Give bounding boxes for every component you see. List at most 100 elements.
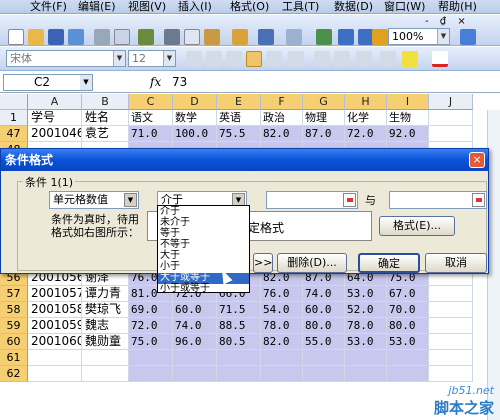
table-cell[interactable]	[429, 350, 473, 366]
window-controls[interactable]: - ₫ ×	[425, 16, 470, 27]
row-header[interactable]: 61	[0, 350, 28, 366]
column-header-G[interactable]: G	[303, 94, 345, 110]
decrease-decimal-icon[interactable]	[334, 51, 350, 67]
table-cell[interactable]: 55.0	[303, 334, 345, 350]
sort-ascending-icon[interactable]	[338, 29, 354, 45]
column-header-A[interactable]: A	[28, 94, 82, 110]
table-cell[interactable]	[261, 350, 303, 366]
zoom-select[interactable]: 100% ▼	[388, 28, 450, 45]
collapse-dialog-icon[interactable]	[472, 193, 485, 207]
new-icon[interactable]	[8, 29, 24, 45]
column-header-F[interactable]: F	[261, 94, 303, 110]
column-header-B[interactable]: B	[82, 94, 129, 110]
type-select[interactable]: 单元格数值 ▼	[49, 191, 139, 209]
table-cell[interactable]	[173, 366, 217, 382]
print-preview-icon[interactable]	[114, 29, 130, 45]
menu-data[interactable]: 数据(D)	[334, 0, 373, 14]
table-cell[interactable]: 100.0	[173, 126, 217, 142]
borders-icon[interactable]	[380, 51, 396, 67]
table-cell[interactable]	[217, 366, 261, 382]
table-cell[interactable]: 75.0	[129, 334, 173, 350]
table-cell[interactable]: 87.0	[303, 126, 345, 142]
table-cell[interactable]: 71.5	[217, 302, 261, 318]
increase-decimal-icon[interactable]	[314, 51, 330, 67]
table-cell[interactable]: 75.5	[217, 126, 261, 142]
collapse-dialog-icon[interactable]	[343, 193, 356, 207]
value2-input[interactable]	[389, 191, 487, 209]
menu-insert[interactable]: 插入(I)	[178, 0, 212, 14]
table-cell[interactable]: 78.0	[261, 318, 303, 334]
table-cell[interactable]: 2001057	[28, 286, 82, 302]
table-cell[interactable]: 74.0	[173, 318, 217, 334]
table-cell[interactable]	[82, 366, 129, 382]
table-cell[interactable]: 谭力青	[82, 286, 129, 302]
format-painter-icon[interactable]	[232, 29, 248, 45]
row-header[interactable]: 57	[0, 286, 28, 302]
table-cell[interactable]	[387, 350, 429, 366]
table-cell[interactable]: 52.0	[345, 302, 387, 318]
italic-icon[interactable]	[206, 51, 222, 67]
table-cell[interactable]	[28, 366, 82, 382]
table-cell[interactable]: 70.0	[387, 302, 429, 318]
table-cell[interactable]: 语文	[129, 110, 173, 126]
open-icon[interactable]	[28, 29, 44, 45]
cut-icon[interactable]	[164, 29, 180, 45]
menu-help[interactable]: 帮助(H)	[438, 0, 477, 14]
column-header-D[interactable]: D	[173, 94, 217, 110]
formula-input[interactable]: 73	[172, 75, 187, 89]
font-color-icon[interactable]	[432, 51, 448, 67]
table-cell[interactable]: 88.5	[217, 318, 261, 334]
table-cell[interactable]: 96.0	[173, 334, 217, 350]
table-cell[interactable]	[173, 350, 217, 366]
menu-edit[interactable]: 编辑(E)	[78, 0, 116, 14]
fx-icon[interactable]: fx	[150, 75, 161, 89]
row-header[interactable]: 1	[0, 110, 28, 126]
table-cell[interactable]: 82.0	[261, 126, 303, 142]
table-cell[interactable]: 化学	[345, 110, 387, 126]
menu-format[interactable]: 格式(O)	[230, 0, 269, 14]
font-select[interactable]: 宋体 ▼	[6, 50, 126, 67]
align-center-icon[interactable]	[246, 51, 262, 67]
table-cell[interactable]: 生物	[387, 110, 429, 126]
paste-icon[interactable]	[204, 29, 220, 45]
column-header-E[interactable]: E	[217, 94, 261, 110]
table-cell[interactable]	[261, 366, 303, 382]
help-icon[interactable]	[460, 29, 476, 45]
row-header[interactable]: 59	[0, 318, 28, 334]
table-cell[interactable]: 2001046	[28, 126, 82, 142]
menu-window[interactable]: 窗口(W)	[384, 0, 425, 14]
table-cell[interactable]: 78.0	[345, 318, 387, 334]
table-cell[interactable]: 姓名	[82, 110, 129, 126]
table-cell[interactable]	[429, 286, 473, 302]
table-cell[interactable]: 2001060	[28, 334, 82, 350]
table-cell[interactable]: 80.0	[387, 318, 429, 334]
row-header[interactable]: 60	[0, 334, 28, 350]
table-cell[interactable]: 92.0	[387, 126, 429, 142]
column-header-H[interactable]: H	[345, 94, 387, 110]
save-icon[interactable]	[48, 29, 64, 45]
table-cell[interactable]: 76.0	[261, 286, 303, 302]
table-cell[interactable]: 2001058	[28, 302, 82, 318]
value1-input[interactable]	[266, 191, 358, 209]
option-less-or-equal[interactable]: 小于或等于	[158, 284, 249, 294]
merge-center-icon[interactable]	[288, 51, 304, 67]
table-cell[interactable]	[28, 350, 82, 366]
table-cell[interactable]: 53.0	[345, 286, 387, 302]
table-cell[interactable]: 数学	[173, 110, 217, 126]
menu-view[interactable]: 视图(V)	[128, 0, 166, 14]
table-cell[interactable]	[429, 334, 473, 350]
bold-icon[interactable]	[186, 51, 202, 67]
menu-file[interactable]: 文件(F)	[30, 0, 67, 14]
menu-tools[interactable]: 工具(T)	[282, 0, 319, 14]
table-cell[interactable]: 82.0	[261, 334, 303, 350]
table-cell[interactable]	[217, 350, 261, 366]
permission-icon[interactable]	[68, 29, 84, 45]
chart-wizard-icon[interactable]	[372, 29, 388, 45]
table-cell[interactable]	[429, 366, 473, 382]
row-header[interactable]: 47	[0, 126, 28, 142]
table-cell[interactable]: 53.0	[387, 334, 429, 350]
table-cell[interactable]: 72.0	[345, 126, 387, 142]
table-cell[interactable]	[429, 302, 473, 318]
align-right-icon[interactable]	[266, 51, 282, 67]
table-cell[interactable]: 71.0	[129, 126, 173, 142]
